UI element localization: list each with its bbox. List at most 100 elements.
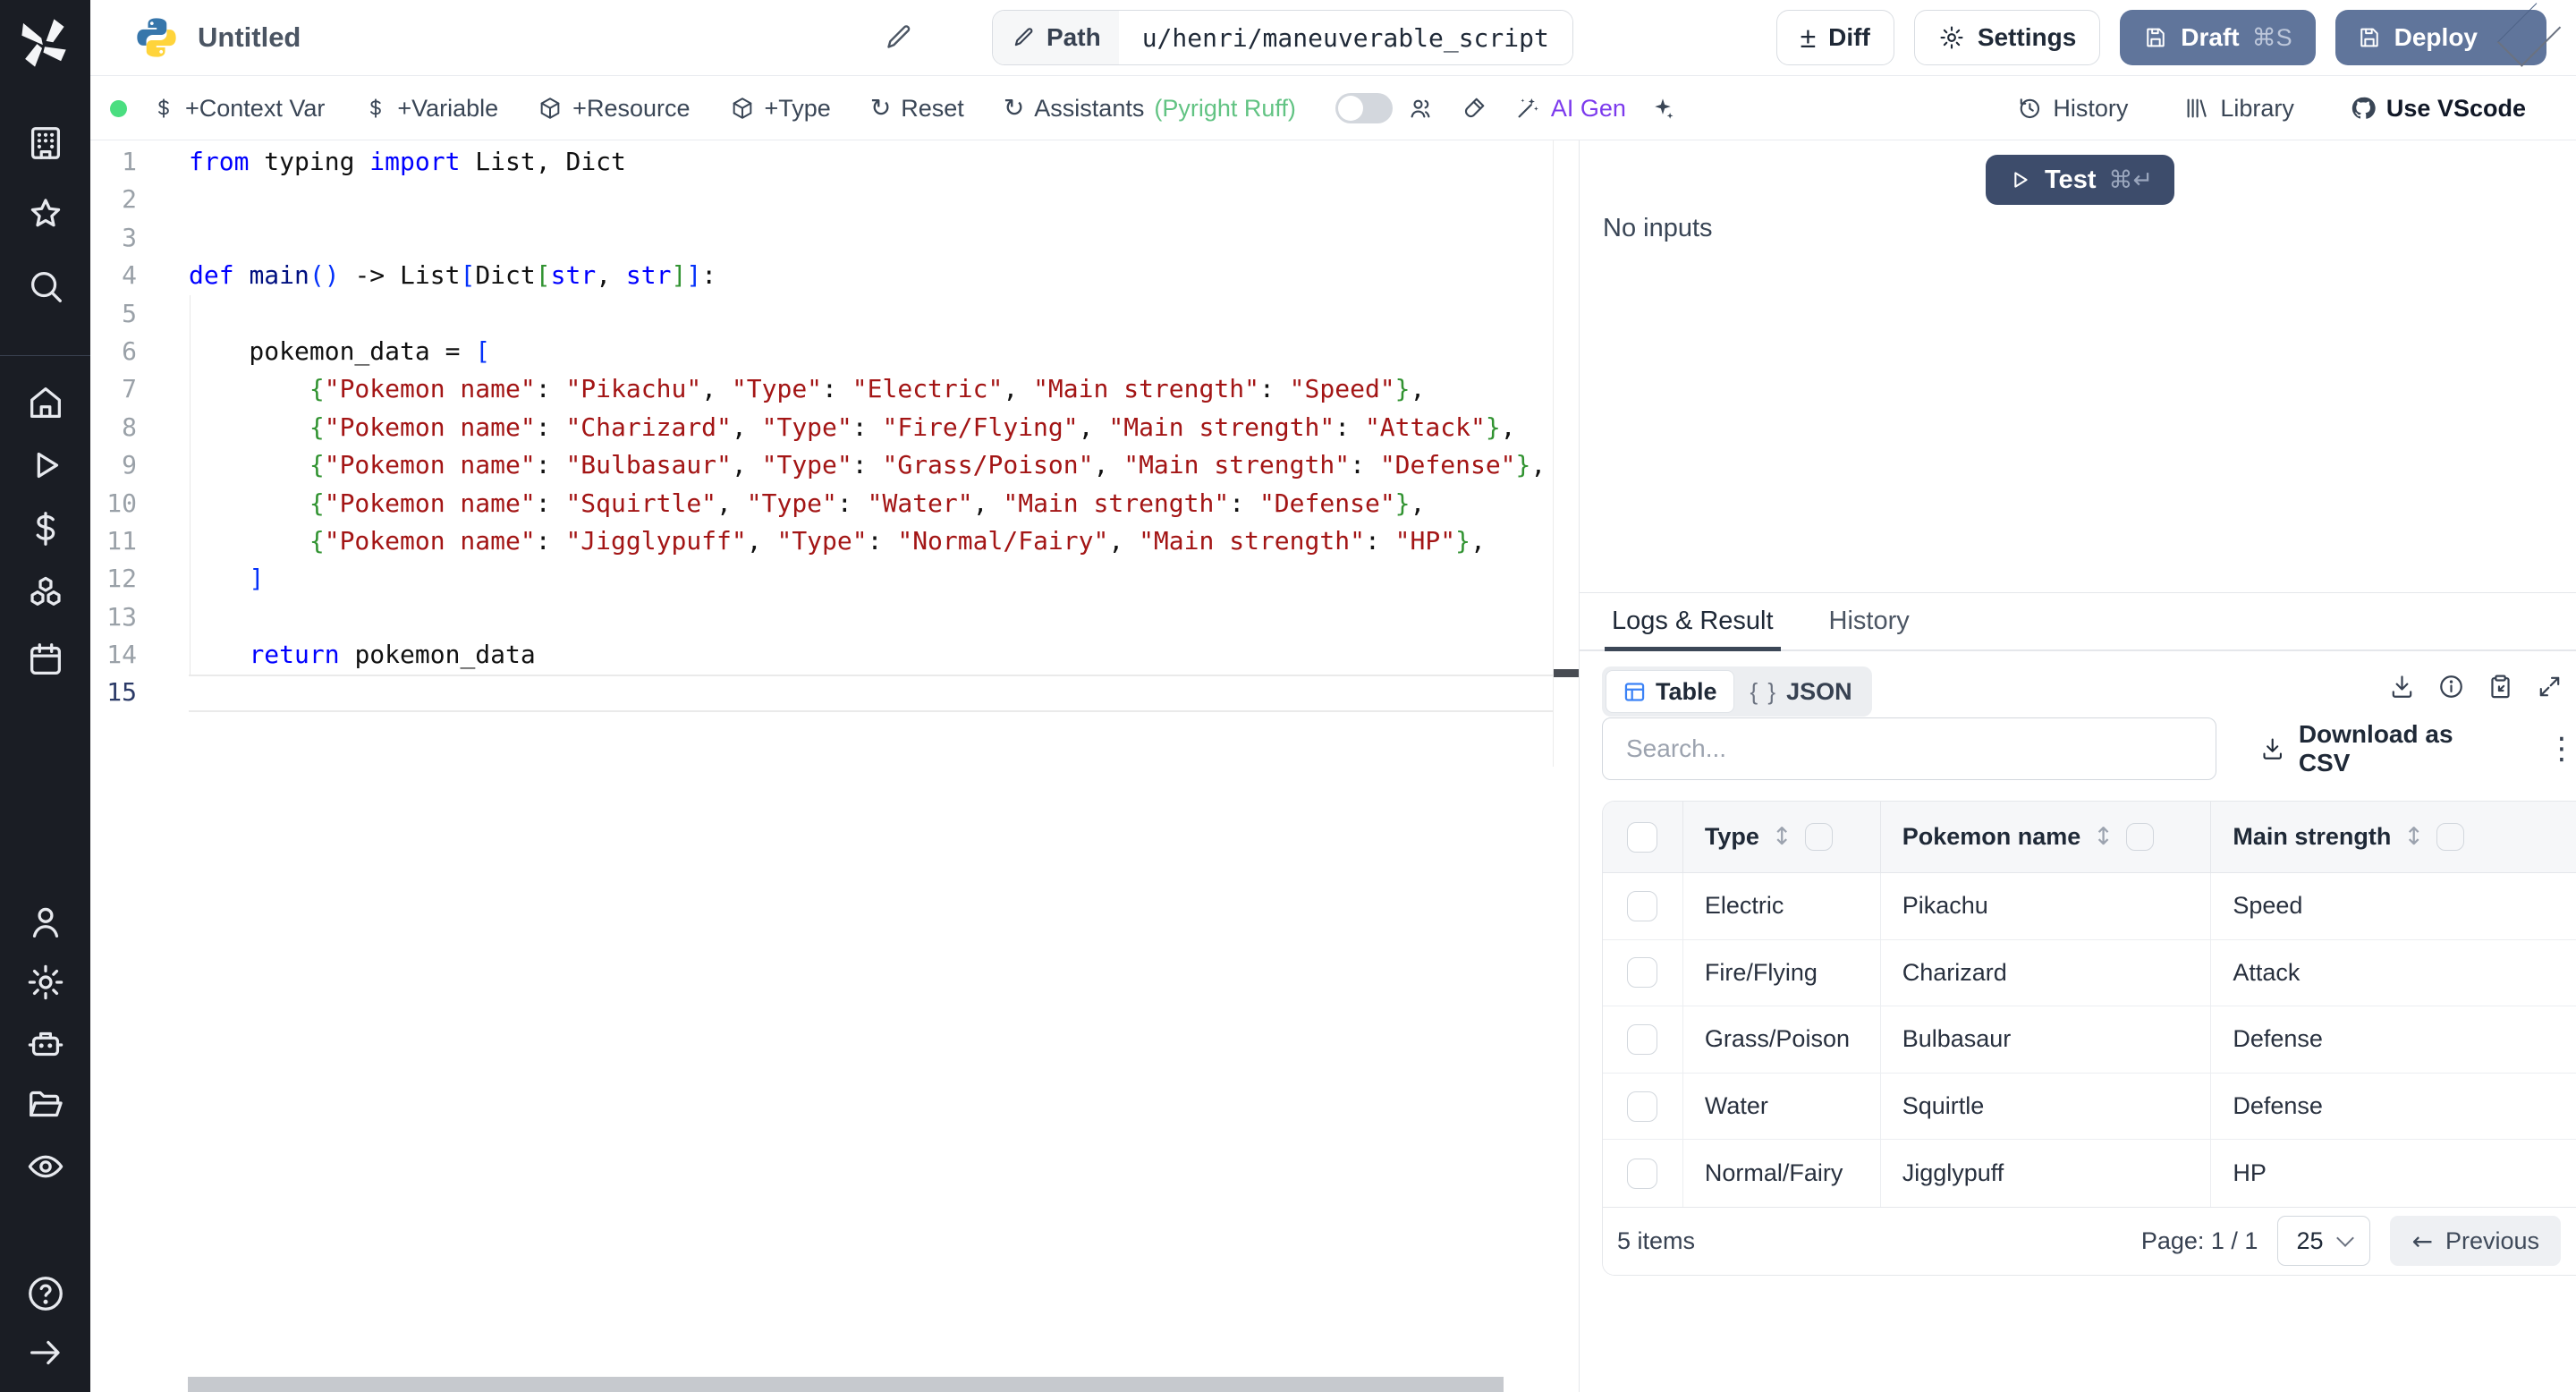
page-size-select[interactable]: 25 (2277, 1216, 2371, 1267)
use-vscode-button[interactable]: Use VScode (2350, 95, 2526, 123)
path-field[interactable]: Path u/henri/maneuverable_script (992, 10, 1573, 65)
edit-title-pencil-icon[interactable] (882, 21, 914, 54)
sort-icon[interactable]: ↕ (2093, 823, 2114, 851)
select-all-checkbox[interactable] (1627, 821, 1658, 853)
test-button[interactable]: Test ⌘↵ (1986, 155, 2175, 205)
search-input[interactable] (1602, 717, 2217, 780)
calendar-icon[interactable] (25, 639, 66, 680)
add-type-button[interactable]: +Type (730, 95, 831, 123)
table-cell: Pikachu (1881, 873, 2212, 939)
more-options-kebab-icon[interactable]: ⋮ (2546, 731, 2576, 767)
collaborators-button[interactable] (1407, 95, 1434, 122)
row-checkbox[interactable] (1627, 890, 1658, 921)
row-checkbox[interactable] (1627, 957, 1658, 989)
row-checkbox[interactable] (1627, 1023, 1658, 1055)
code-line[interactable]: {"Pokemon name": "Charizard", "Type": "F… (189, 409, 1554, 446)
refresh-icon: ↻ (869, 93, 892, 123)
code-line[interactable] (189, 181, 1554, 218)
assistants-button[interactable]: ↻ Assistants (Pyright Ruff) (1004, 95, 1296, 123)
play-icon[interactable] (25, 445, 66, 486)
code-editor[interactable]: 1 2 3 4 5 6 7 8 9 10 11 12 13 14 15 from typing import… (90, 140, 1579, 1392)
search-icon[interactable] (25, 266, 66, 307)
row-checkbox[interactable] (1627, 1158, 1658, 1189)
column-header[interactable]: Main strength ↕ (2211, 802, 2576, 872)
windmill-logo[interactable] (16, 14, 73, 72)
add-context-var-button[interactable]: +Context Var (152, 95, 325, 123)
gear-icon[interactable] (25, 962, 66, 1003)
table-row[interactable]: Grass/Poison Bulbasaur Defense (1603, 1006, 2576, 1074)
settings-button[interactable]: Settings (1913, 10, 2101, 65)
code-line[interactable]: ] (189, 560, 1554, 598)
code-line[interactable] (189, 674, 1554, 711)
sort-icon[interactable]: ↕ (1772, 823, 1792, 851)
diff-button[interactable]: ± Diff (1775, 10, 1894, 65)
code-line[interactable] (189, 598, 1554, 636)
draft-button[interactable]: Draft ⌘S (2120, 10, 2316, 65)
add-variable-button[interactable]: +Variable (364, 95, 498, 123)
library-button[interactable]: Library (2183, 95, 2294, 123)
copy-clipboard-icon[interactable] (2487, 673, 2514, 700)
tab-logs-result[interactable]: Logs & Result (1605, 593, 1781, 651)
folder-icon[interactable] (25, 1083, 66, 1125)
info-icon[interactable] (2437, 673, 2465, 700)
download-result-icon[interactable] (2388, 673, 2416, 700)
row-select-cell (1603, 1006, 1683, 1073)
items-count: 5 items (1617, 1226, 1696, 1254)
line-number: 13 (106, 601, 137, 632)
code-line[interactable]: {"Pokemon name": "Bulbasaur", "Type": "G… (189, 446, 1554, 484)
column-header[interactable]: Pokemon name ↕ (1881, 802, 2212, 872)
column-filter-box[interactable] (2436, 823, 2465, 851)
code-line[interactable] (189, 219, 1554, 257)
ai-gen-button[interactable]: AI Gen (1514, 95, 1626, 123)
add-resource-button[interactable]: +Resource (538, 95, 691, 123)
download-csv-button[interactable]: Download as CSV (2259, 720, 2507, 777)
code-lines[interactable]: from typing import List, Dict def main() … (189, 143, 1554, 712)
horizontal-scrollbar[interactable] (188, 1377, 1504, 1392)
user-icon[interactable] (25, 902, 66, 943)
sort-icon[interactable]: ↕ (2403, 823, 2424, 851)
code-line[interactable] (189, 295, 1554, 333)
ai-fix-button[interactable] (1649, 95, 1676, 122)
view-json-button[interactable]: { } JSON (1734, 670, 1868, 713)
help-icon[interactable] (25, 1273, 66, 1314)
cubes-icon[interactable] (25, 573, 66, 615)
history-button[interactable]: History (2016, 95, 2128, 123)
building-icon[interactable] (25, 123, 66, 164)
view-table-button[interactable]: Table (1606, 670, 1734, 713)
table-row[interactable]: Electric Pikachu Speed (1603, 873, 2576, 940)
previous-page-button[interactable]: ← Previous (2390, 1216, 2561, 1267)
code-line[interactable]: {"Pokemon name": "Pikachu", "Type": "Ele… (189, 370, 1554, 408)
row-select-cell (1603, 939, 1683, 1006)
tab-history[interactable]: History (1829, 593, 1910, 649)
robot-icon[interactable] (25, 1023, 66, 1065)
deploy-button[interactable]: Deploy (2334, 3, 2562, 67)
code-line[interactable]: def main() -> List[Dict[str, str]]: (189, 257, 1554, 294)
column-filter-box[interactable] (2125, 823, 2154, 851)
column-header[interactable]: Type ↕ (1683, 802, 1881, 872)
dollar-icon[interactable] (25, 508, 66, 549)
overview-ruler-cursor-marker (1554, 669, 1579, 677)
table-row[interactable]: Normal/Fairy Jigglypuff HP (1603, 1140, 2576, 1207)
code-line[interactable]: return pokemon_data (189, 636, 1554, 674)
format-button[interactable] (1461, 95, 1487, 122)
python-logo (133, 14, 180, 61)
reset-button[interactable]: ↻ Reset (870, 95, 964, 123)
code-line[interactable]: {"Pokemon name": "Jigglypuff", "Type": "… (189, 522, 1554, 560)
code-line[interactable]: from typing import List, Dict (189, 143, 1554, 181)
table-row[interactable]: Fire/Flying Charizard Attack (1603, 939, 2576, 1007)
multiplayer-toggle[interactable] (1335, 93, 1393, 123)
eye-icon[interactable] (25, 1146, 66, 1187)
path-value[interactable]: u/henri/maneuverable_script (1118, 11, 1572, 64)
code-line[interactable]: {"Pokemon name": "Squirtle", "Type": "Wa… (189, 485, 1554, 522)
code-line[interactable]: pokemon_data = [ (189, 333, 1554, 370)
table-row[interactable]: Water Squirtle Defense (1603, 1073, 2576, 1141)
deploy-dropdown-chevron-icon[interactable] (2496, 3, 2562, 67)
column-filter-box[interactable] (1804, 823, 1833, 851)
home-icon[interactable] (25, 382, 66, 423)
expand-icon[interactable] (2536, 673, 2563, 700)
arrow-right-icon[interactable] (25, 1332, 66, 1373)
refresh-icon: ↻ (1003, 93, 1025, 123)
no-inputs-text: No inputs (1603, 214, 1713, 242)
row-checkbox[interactable] (1627, 1091, 1658, 1122)
star-icon[interactable] (25, 194, 66, 235)
